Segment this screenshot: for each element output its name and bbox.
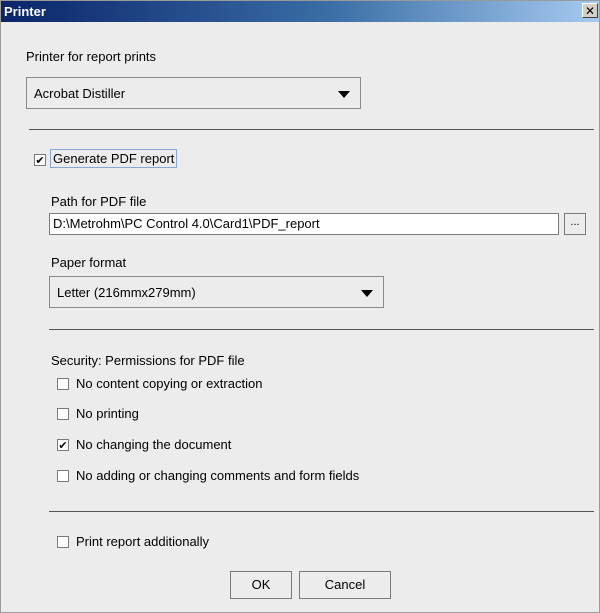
pdf-path-input[interactable]: D:\Metrohm\PC Control 4.0\Card1\PDF_repo… <box>49 213 559 235</box>
ok-button-label: OK <box>251 577 271 592</box>
title-bar[interactable]: Printer ✕ <box>1 1 599 22</box>
no-comments-label: No adding or changing comments and form … <box>76 468 360 483</box>
close-button[interactable]: ✕ <box>582 3 598 18</box>
cancel-button-label: Cancel <box>324 577 366 592</box>
paper-format-label: Paper format <box>51 255 127 270</box>
print-additionally-checkbox[interactable] <box>57 536 69 548</box>
no-copying-checkbox[interactable] <box>57 378 69 390</box>
printer-select[interactable]: Acrobat Distiller <box>26 77 361 109</box>
chevron-down-icon <box>361 290 373 297</box>
printer-dialog: Printer ✕ Printer for report prints Acro… <box>0 0 600 613</box>
no-changing-document-checkbox[interactable] <box>57 439 69 451</box>
pdf-path-value: D:\Metrohm\PC Control 4.0\Card1\PDF_repo… <box>53 216 320 231</box>
paper-format-value: Letter (216mmx279mm) <box>57 285 196 300</box>
generate-pdf-checkbox[interactable] <box>34 154 46 166</box>
browse-label: ... <box>570 216 580 228</box>
print-additionally-label: Print report additionally <box>76 534 209 549</box>
no-changing-document-label: No changing the document <box>76 437 232 452</box>
printer-select-value: Acrobat Distiller <box>34 86 126 101</box>
divider <box>49 511 594 512</box>
generate-pdf-label-box[interactable]: Generate PDF report <box>50 149 178 168</box>
no-copying-label: No content copying or extraction <box>76 376 263 391</box>
security-label: Security: Permissions for PDF file <box>51 353 245 368</box>
no-printing-checkbox[interactable] <box>57 408 69 420</box>
browse-button[interactable]: ... <box>564 213 586 235</box>
close-icon: ✕ <box>584 4 596 18</box>
no-printing-label: No printing <box>76 406 139 421</box>
cancel-button[interactable]: Cancel <box>299 571 391 599</box>
window-title: Printer <box>4 4 46 19</box>
paper-format-select[interactable]: Letter (216mmx279mm) <box>49 276 384 308</box>
printer-label: Printer for report prints <box>26 49 157 64</box>
pdf-path-label: Path for PDF file <box>51 194 147 209</box>
ok-button[interactable]: OK <box>230 571 292 599</box>
divider <box>29 129 594 130</box>
chevron-down-icon <box>338 91 350 98</box>
divider <box>49 329 594 330</box>
generate-pdf-label: Generate PDF report <box>53 151 175 166</box>
no-comments-checkbox[interactable] <box>57 470 69 482</box>
